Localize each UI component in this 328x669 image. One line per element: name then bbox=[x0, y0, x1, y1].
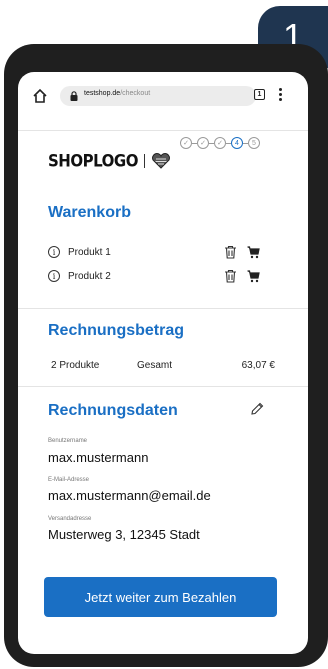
cart-icon[interactable] bbox=[247, 269, 260, 283]
username-value: max.mustermann bbox=[48, 450, 149, 465]
total-value: 63,07 € bbox=[241, 360, 275, 371]
divider bbox=[18, 386, 308, 387]
tabs-count-icon[interactable]: 1 bbox=[254, 89, 265, 100]
step-next: 5 bbox=[248, 137, 260, 149]
info-icon[interactable]: i bbox=[48, 270, 60, 282]
browser-bar: testshop.de/checkout 1 bbox=[18, 72, 308, 130]
address-bar[interactable]: testshop.de/checkout bbox=[60, 86, 256, 106]
url-text: testshop.de/checkout bbox=[84, 90, 150, 97]
address-value: Musterweg 3, 12345 Stadt bbox=[48, 527, 200, 542]
total-label: Gesamt bbox=[137, 360, 173, 371]
trash-icon[interactable] bbox=[224, 269, 237, 283]
cart-item: i Produkt 2 bbox=[48, 268, 280, 284]
username-label: Benutzername bbox=[48, 438, 88, 444]
proceed-to-payment-button[interactable]: Jetzt weiter zum Bezahlen bbox=[44, 577, 277, 617]
email-value: max.mustermann@email.de bbox=[48, 488, 211, 503]
step-done-check-icon: ✓ bbox=[180, 137, 192, 149]
email-label: E-Mail-Adresse bbox=[48, 477, 90, 483]
step-done-check-icon: ✓ bbox=[197, 137, 209, 149]
info-icon[interactable]: i bbox=[48, 246, 60, 258]
divider bbox=[18, 308, 308, 309]
step-current: 4 bbox=[231, 137, 243, 149]
lock-icon bbox=[70, 91, 78, 101]
address-label: Versandadresse bbox=[48, 516, 92, 522]
cart-item: i Produkt 1 bbox=[48, 244, 280, 260]
home-icon[interactable] bbox=[32, 88, 48, 104]
shop-logo: SHOPLOGO bbox=[48, 150, 171, 172]
checkout-progress: ✓ ✓ ✓ 4 5 bbox=[180, 136, 260, 150]
tab-count: 1 bbox=[257, 91, 262, 98]
edit-pencil-icon[interactable] bbox=[250, 402, 264, 416]
url-path: /checkout bbox=[120, 90, 151, 97]
product-name: Produkt 2 bbox=[68, 270, 111, 282]
phone-screen: testshop.de/checkout 1 ✓ ✓ ✓ 4 5 SHOPLOG… bbox=[18, 72, 308, 654]
cart-icon[interactable] bbox=[247, 245, 260, 259]
billing-data-title: Rechnungsdaten bbox=[48, 402, 178, 419]
url-host: testshop.de bbox=[84, 90, 121, 97]
heart-icon bbox=[151, 153, 170, 169]
product-name: Produkt 1 bbox=[68, 246, 111, 258]
product-count: 2 Produkte bbox=[51, 360, 100, 371]
logo-text: SHOPLOGO bbox=[48, 150, 138, 172]
divider bbox=[18, 130, 308, 131]
cart-title: Warenkorb bbox=[48, 204, 131, 221]
trash-icon[interactable] bbox=[224, 245, 237, 259]
browser-menu-icon[interactable] bbox=[279, 88, 283, 102]
step-done-check-icon: ✓ bbox=[214, 137, 226, 149]
billing-amount-title: Rechnungsbetrag bbox=[48, 322, 185, 339]
